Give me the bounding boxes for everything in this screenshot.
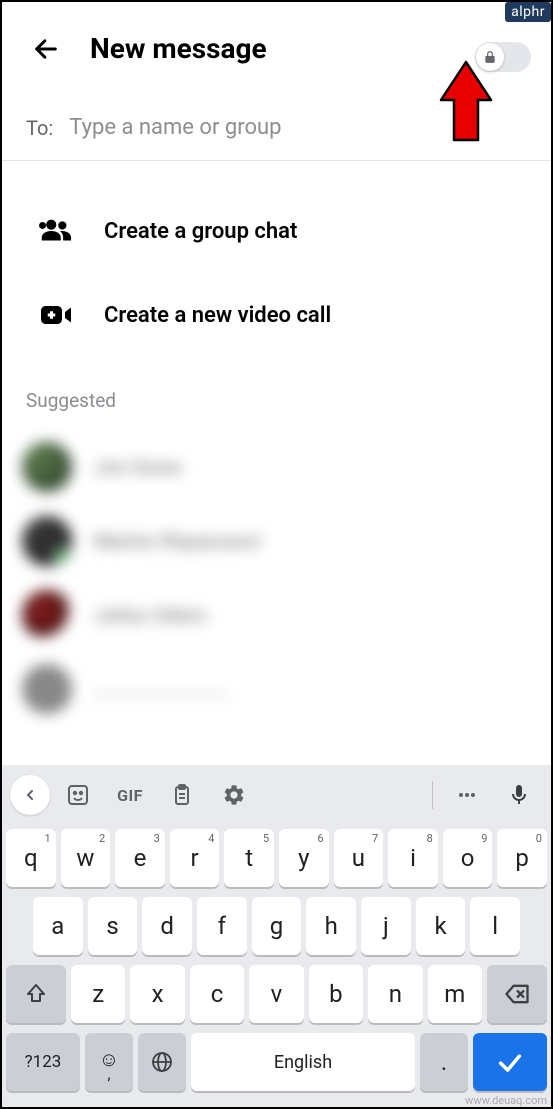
avatar [22, 516, 72, 566]
key-o[interactable]: o9 [443, 829, 493, 887]
keyboard-toolbar: GIF [2, 765, 551, 825]
key-m[interactable]: m [428, 965, 482, 1023]
keyboard: GIF q1w2e3r4t5y6u7i8o9p0 asdfghjkl zxcvb… [2, 765, 551, 1107]
period-key[interactable]: . [420, 1033, 468, 1091]
enter-key[interactable] [473, 1033, 547, 1091]
key-n[interactable]: n [368, 965, 422, 1023]
key-v[interactable]: v [249, 965, 303, 1023]
key-w[interactable]: w2 [61, 829, 111, 887]
suggested-list: Jon Snow Marlon Riquecaoci Julius Odero … [2, 430, 551, 726]
avatar [22, 442, 72, 492]
language-key[interactable] [138, 1033, 186, 1091]
video-call-label: Create a new video call [104, 303, 331, 328]
create-video-call-option[interactable]: Create a new video call [2, 273, 551, 357]
key-k[interactable]: k [416, 897, 466, 955]
contact-row[interactable]: ........................ [2, 652, 551, 726]
key-c[interactable]: c [190, 965, 244, 1023]
watermark: www.deuaq.com [465, 1094, 547, 1107]
key-e[interactable]: e3 [115, 829, 165, 887]
key-y[interactable]: y6 [279, 829, 329, 887]
keyboard-row-2: asdfghjkl [6, 897, 547, 955]
key-a[interactable]: a [33, 897, 83, 955]
key-i[interactable]: i8 [388, 829, 438, 887]
key-j[interactable]: j [361, 897, 411, 955]
mic-icon[interactable] [495, 775, 543, 815]
page-title: New message [90, 32, 267, 65]
backspace-key[interactable] [487, 965, 547, 1023]
key-u[interactable]: u7 [334, 829, 384, 887]
gif-button[interactable]: GIF [106, 775, 154, 815]
avatar [22, 664, 72, 714]
back-arrow-icon[interactable] [32, 35, 60, 63]
group-chat-label: Create a group chat [104, 219, 297, 244]
annotation-arrow-icon [436, 60, 496, 145]
contact-name: ........................ [94, 677, 227, 701]
group-icon [36, 211, 76, 251]
gear-icon[interactable] [210, 775, 258, 815]
clipboard-icon[interactable] [158, 775, 206, 815]
to-label: To: [26, 116, 53, 140]
shift-key[interactable] [6, 965, 66, 1023]
keyboard-row-4: ?123 ☺ , English . [6, 1033, 547, 1091]
contact-row[interactable]: Julius Odero [2, 578, 551, 652]
sticker-icon[interactable] [54, 775, 102, 815]
key-p[interactable]: p0 [497, 829, 547, 887]
create-group-chat-option[interactable]: Create a group chat [2, 189, 551, 273]
key-b[interactable]: b [309, 965, 363, 1023]
key-s[interactable]: s [88, 897, 138, 955]
key-t[interactable]: t5 [224, 829, 274, 887]
more-icon[interactable] [443, 775, 491, 815]
key-x[interactable]: x [130, 965, 184, 1023]
collapse-toolbar-button[interactable] [10, 775, 50, 815]
key-q[interactable]: q1 [6, 829, 56, 887]
contact-row[interactable]: Marlon Riquecaoci [2, 504, 551, 578]
symbols-key[interactable]: ?123 [6, 1033, 80, 1091]
emoji-key[interactable]: ☺ , [85, 1033, 133, 1091]
contact-name: Julius Odero [94, 603, 207, 627]
keyboard-row-1: q1w2e3r4t5y6u7i8o9p0 [6, 829, 547, 887]
key-d[interactable]: d [142, 897, 192, 955]
key-h[interactable]: h [306, 897, 356, 955]
avatar [22, 590, 72, 640]
site-badge: alphr [505, 2, 551, 22]
contact-row[interactable]: Jon Snow [2, 430, 551, 504]
suggested-header: Suggested [2, 357, 551, 430]
key-r[interactable]: r4 [170, 829, 220, 887]
key-g[interactable]: g [252, 897, 302, 955]
contact-name: Marlon Riquecaoci [94, 529, 261, 553]
contact-name: Jon Snow [94, 455, 182, 479]
key-f[interactable]: f [197, 897, 247, 955]
keyboard-row-3: zxcvbnm [6, 965, 547, 1023]
key-l[interactable]: l [470, 897, 520, 955]
video-call-icon [36, 295, 76, 335]
space-key[interactable]: English [191, 1033, 415, 1091]
key-z[interactable]: z [71, 965, 125, 1023]
